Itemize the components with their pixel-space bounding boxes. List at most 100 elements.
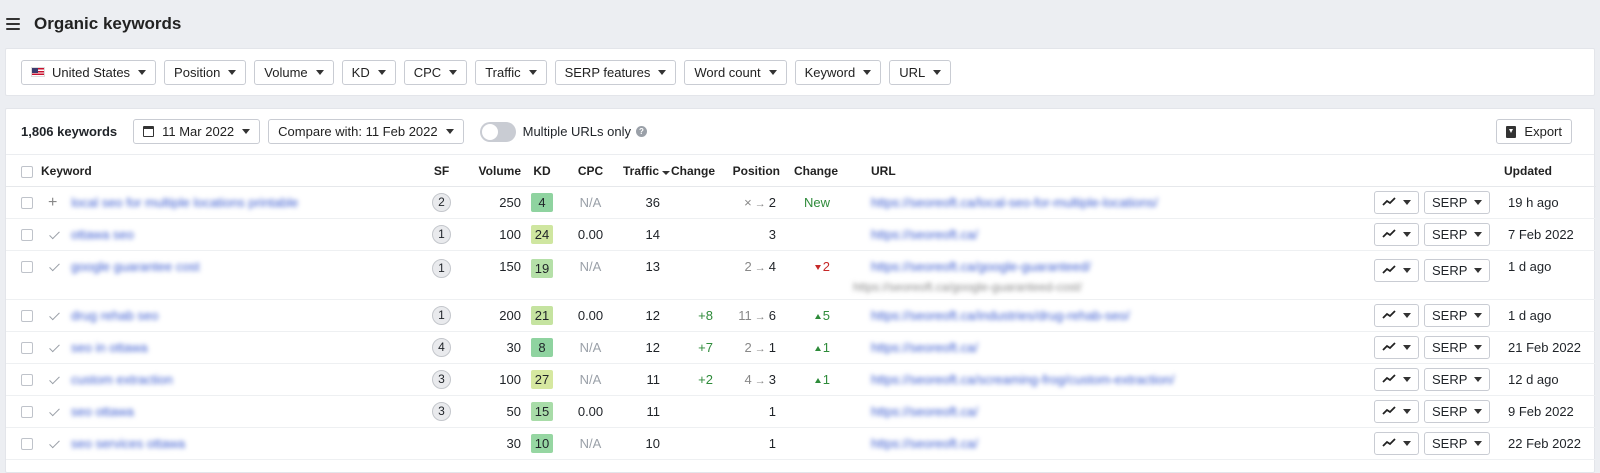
col-sf[interactable]: SF xyxy=(425,156,458,187)
kd-filter-label: KD xyxy=(351,64,370,80)
cpc-filter[interactable]: CPC xyxy=(403,59,468,85)
serp-button[interactable]: SERP xyxy=(1424,399,1491,423)
word-count-filter[interactable]: Word count xyxy=(684,59,787,85)
row-checkbox[interactable] xyxy=(21,261,33,274)
url-link[interactable]: https://seoreoft.ca/ xyxy=(871,340,978,355)
serp-features-count[interactable]: 3 xyxy=(432,369,451,389)
col-updated[interactable]: Updated xyxy=(1504,156,1596,187)
keyword-link[interactable]: local seo for multiple locations printab… xyxy=(71,195,298,210)
serp-features-count[interactable]: 4 xyxy=(432,337,451,357)
add-keyword-icon[interactable]: + xyxy=(48,194,57,211)
date-picker[interactable]: 11 Mar 2022 xyxy=(133,119,261,144)
arrow-right-icon: → xyxy=(754,310,766,323)
kd-filter[interactable]: KD xyxy=(341,59,396,85)
checkmark-icon xyxy=(49,341,60,352)
col-position-change[interactable]: Change xyxy=(780,156,838,187)
col-position[interactable]: Position xyxy=(715,156,780,187)
caret-down-icon xyxy=(228,69,237,75)
serp-button[interactable]: SERP xyxy=(1424,367,1491,391)
arrow-right-icon: → xyxy=(754,374,766,387)
trend-button[interactable] xyxy=(1374,399,1419,423)
serp-button[interactable]: SERP xyxy=(1424,335,1491,359)
row-checkbox[interactable] xyxy=(21,229,33,242)
serp-button[interactable]: SERP xyxy=(1424,190,1491,214)
volume-filter[interactable]: Volume xyxy=(254,59,334,85)
col-volume[interactable]: Volume xyxy=(458,156,521,187)
url-link[interactable]: https://seoreoft.ca/local-seo-for-multip… xyxy=(871,195,1158,210)
url-link[interactable]: https://seoreoft.ca/google-guaranteed/ xyxy=(871,259,1091,274)
serp-features-count[interactable]: 3 xyxy=(432,401,451,421)
keyword-link[interactable]: google guarantee cost xyxy=(71,259,200,274)
row-checkbox[interactable] xyxy=(21,438,33,451)
url-link[interactable]: https://seoreoft.ca/industries/drug-reha… xyxy=(871,308,1130,323)
col-keyword[interactable]: Keyword xyxy=(21,156,425,187)
cpc-filter-label: CPC xyxy=(413,64,442,80)
trend-button[interactable] xyxy=(1374,335,1419,359)
serp-features-count[interactable]: 1 xyxy=(432,224,451,244)
row-checkbox[interactable] xyxy=(21,406,33,419)
volume-value: 200 xyxy=(458,299,521,332)
position-previous: 4 xyxy=(744,371,752,387)
serp-button[interactable]: SERP xyxy=(1424,258,1491,282)
url-link[interactable]: https://seoreoft.ca/ xyxy=(871,436,978,451)
trend-button[interactable] xyxy=(1374,190,1419,214)
serp-features-filter[interactable]: SERP features xyxy=(554,59,677,85)
multiple-urls-toggle[interactable] xyxy=(479,121,516,142)
trend-button[interactable] xyxy=(1374,303,1419,327)
trend-button[interactable] xyxy=(1374,222,1419,246)
country-filter-label: United States xyxy=(52,64,131,80)
trend-chart-icon xyxy=(1382,197,1396,206)
row-checkbox[interactable] xyxy=(21,342,33,355)
url-link[interactable]: https://seoreoft.ca/screaming-frog/custo… xyxy=(871,372,1174,387)
col-cpc[interactable]: CPC xyxy=(563,156,618,187)
traffic-filter[interactable]: Traffic xyxy=(475,59,547,85)
keyword-link[interactable]: seo services ottawa xyxy=(71,436,185,451)
export-button[interactable]: Export xyxy=(1496,119,1572,144)
compare-date-picker[interactable]: Compare with: 11 Feb 2022 xyxy=(268,119,464,144)
trend-chart-icon xyxy=(1382,374,1396,383)
kd-badge: 4 xyxy=(531,192,553,212)
col-url[interactable]: URL xyxy=(871,156,1374,187)
cpc-value: 0.00 xyxy=(563,299,618,332)
url-link[interactable]: https://seoreoft.ca/ xyxy=(871,404,978,419)
keyword-link[interactable]: seo in ottawa xyxy=(71,340,148,355)
select-all-checkbox[interactable] xyxy=(21,165,33,178)
serp-button-label: SERP xyxy=(1432,262,1468,278)
position-previous: 11 xyxy=(738,307,752,323)
row-checkbox[interactable] xyxy=(21,310,33,323)
traffic-change-value xyxy=(670,427,715,460)
keyword-link[interactable]: custom extraction xyxy=(71,372,173,387)
traffic-value: 12 xyxy=(618,299,670,332)
trend-button[interactable] xyxy=(1374,367,1419,391)
col-kd[interactable]: KD xyxy=(521,156,563,187)
position-change-value: 5 xyxy=(814,308,830,323)
hamburger-menu-icon[interactable] xyxy=(6,18,20,30)
secondary-url-link[interactable]: https://seoreoft.ca/google-guaranteed-co… xyxy=(853,280,1374,294)
trend-button[interactable] xyxy=(1374,258,1419,282)
row-checkbox[interactable] xyxy=(21,374,33,387)
col-traffic-change[interactable]: Change xyxy=(670,156,715,187)
url-link[interactable]: https://seoreoft.ca/ xyxy=(871,227,978,242)
row-checkbox[interactable] xyxy=(21,197,33,210)
serp-button[interactable]: SERP xyxy=(1424,303,1491,327)
help-icon[interactable]: ? xyxy=(636,126,647,137)
filter-bar: United States Position Volume KD CPC Tra… xyxy=(5,48,1595,96)
position-filter[interactable]: Position xyxy=(164,59,247,85)
serp-features-count[interactable]: 1 xyxy=(432,258,451,278)
keyword-link[interactable]: seo ottawa xyxy=(71,404,134,419)
position-cell: 1 xyxy=(715,395,780,428)
position-cell: 3 xyxy=(715,218,780,251)
serp-button-label: SERP xyxy=(1432,371,1468,387)
serp-features-count[interactable]: 2 xyxy=(432,192,451,212)
col-traffic[interactable]: Traffic xyxy=(618,156,670,187)
url-filter[interactable]: URL xyxy=(889,59,952,85)
serp-button[interactable]: SERP xyxy=(1424,431,1491,455)
serp-button[interactable]: SERP xyxy=(1424,222,1491,246)
trend-button[interactable] xyxy=(1374,431,1419,455)
table-row: seo services ottawa 30 10 N/A 10 1 https://seo… xyxy=(6,427,1596,460)
serp-features-count[interactable]: 1 xyxy=(432,305,451,325)
keyword-link[interactable]: drug rehab seo xyxy=(71,308,158,323)
keyword-filter[interactable]: Keyword xyxy=(794,59,882,85)
country-filter[interactable]: United States xyxy=(21,59,157,85)
keyword-link[interactable]: ottawa seo xyxy=(71,227,134,242)
